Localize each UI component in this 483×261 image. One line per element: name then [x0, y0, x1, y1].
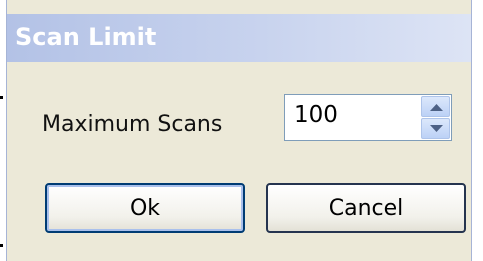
spin-up-button[interactable] — [421, 96, 450, 117]
spinner-buttons — [421, 96, 450, 139]
scan-limit-dialog: Scan Limit Maximum Scans 100 Ok Cancel — [6, 0, 472, 261]
maximum-scans-label: Maximum Scans — [42, 112, 223, 137]
title-bar[interactable]: Scan Limit — [7, 14, 471, 62]
cancel-button[interactable]: Cancel — [266, 183, 466, 233]
arrow-down-icon — [430, 125, 443, 132]
ok-button-label: Ok — [129, 195, 161, 221]
maximum-scans-spinner[interactable]: 100 — [284, 94, 452, 141]
cancel-button-label: Cancel — [328, 195, 404, 221]
dialog-title: Scan Limit — [15, 23, 157, 51]
maximum-scans-input[interactable]: 100 — [294, 102, 338, 128]
ok-button[interactable]: Ok — [45, 183, 245, 233]
spin-down-button[interactable] — [421, 118, 450, 139]
arrow-up-icon — [430, 104, 443, 111]
edge-marker — [0, 244, 3, 247]
edge-marker — [0, 96, 3, 99]
